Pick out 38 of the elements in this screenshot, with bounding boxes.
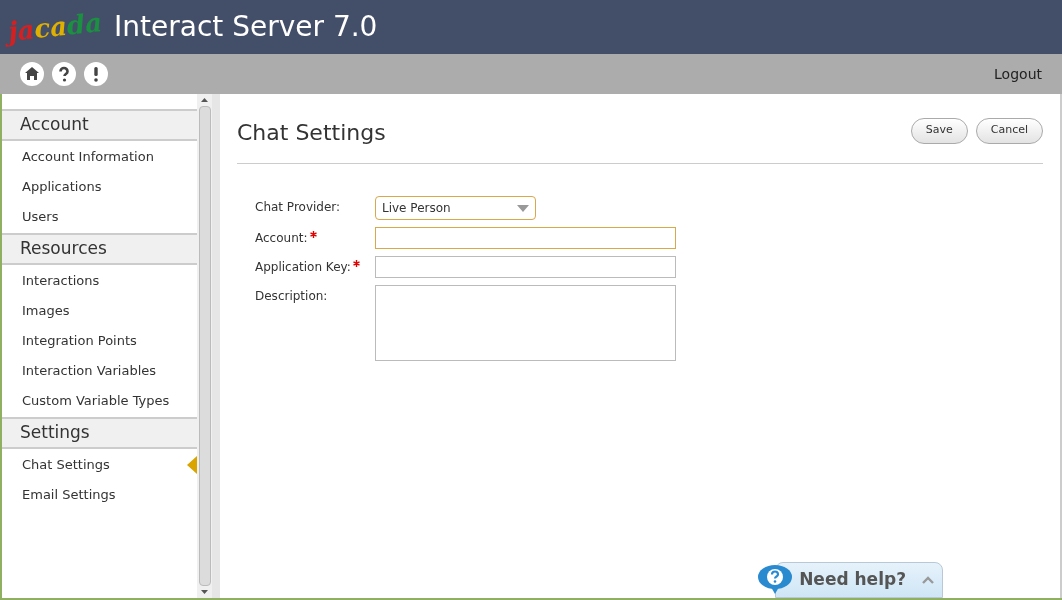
sidebar-item[interactable]: Applications — [2, 172, 198, 202]
help-bubble-icon[interactable] — [757, 564, 793, 594]
scrollbar[interactable] — [197, 94, 212, 598]
logout-link[interactable]: Logout — [994, 63, 1042, 85]
sidebar-item[interactable]: Interactions — [2, 266, 198, 296]
action-button[interactable]: Cancel — [975, 117, 1043, 144]
field-label: Chat Provider: — [255, 199, 341, 216]
page-title: Chat Settings — [237, 119, 386, 147]
text-input-field[interactable] — [375, 227, 676, 249]
section-header: Account — [2, 109, 198, 141]
select-value: Live Person — [382, 200, 451, 217]
description-field[interactable] — [375, 285, 676, 361]
sidebar-item[interactable]: Account Information — [2, 142, 198, 172]
chevron-up-icon — [922, 576, 934, 584]
scroll-up-icon[interactable] — [201, 98, 209, 102]
alert-icon[interactable] — [84, 62, 108, 86]
selection-pointer-icon — [187, 456, 198, 474]
sidebar-item[interactable]: Email Settings — [2, 480, 198, 510]
text-input-field[interactable] — [375, 256, 676, 278]
dropdown-caret-icon — [517, 204, 529, 212]
logo: jacada — [6, 5, 104, 49]
sidebar-item[interactable]: Images — [2, 296, 198, 326]
section-header: Resources — [2, 233, 198, 265]
section-header: Settings — [2, 417, 198, 449]
help-icon[interactable] — [52, 62, 76, 86]
sidebar-item[interactable]: Users — [2, 202, 198, 232]
field-label: Description: — [255, 288, 328, 305]
action-button[interactable]: Save — [910, 117, 968, 144]
sidebar-item[interactable]: Integration Points — [2, 326, 198, 356]
home-icon[interactable] — [20, 62, 44, 86]
field-label: Application Key: — [255, 259, 351, 276]
sidebar-item[interactable]: Custom Variable Types — [2, 386, 198, 416]
app-title: Interact Server 7.0 — [114, 9, 378, 45]
provider-select[interactable]: Live Person — [375, 196, 536, 220]
field-label: Account: — [255, 230, 308, 247]
sidebar-item[interactable]: Interaction Variables — [2, 356, 198, 386]
need-help-tab[interactable]: Need help? — [775, 562, 943, 598]
scroll-down-icon[interactable] — [201, 590, 209, 594]
